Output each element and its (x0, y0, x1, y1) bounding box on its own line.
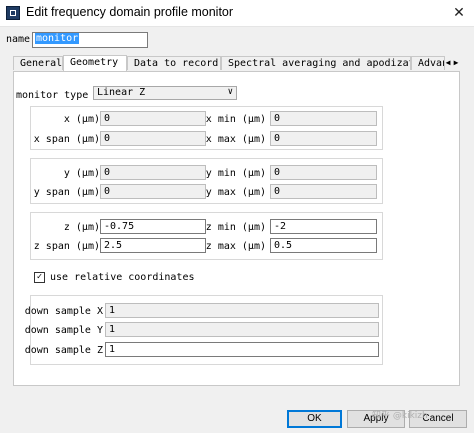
monitor-type-select[interactable]: Linear Z ∨ (93, 86, 237, 100)
tab-scroll: ◀ ▶ (444, 56, 460, 70)
z-span-field[interactable]: 2.5 (100, 238, 206, 253)
x-max-label: x max (μm) (205, 134, 266, 145)
y-span-label: y span (μm) (33, 187, 100, 198)
x-max-field[interactable]: 0 (270, 131, 377, 146)
z-max-label: z max (μm) (205, 241, 266, 252)
x-min-field[interactable]: 0 (270, 111, 377, 126)
x-label: x (μm) (63, 114, 100, 125)
chevron-down-icon: ∨ (227, 87, 233, 97)
z-field[interactable]: -0.75 (100, 219, 206, 234)
title-bar: Edit frequency domain profile monitor ✕ (0, 0, 474, 27)
tab-bar: General Geometry Data to record Spectral… (13, 55, 460, 71)
tab-geometry[interactable]: Geometry (63, 55, 127, 71)
y-label: y (μm) (63, 168, 100, 179)
tab-data-to-record[interactable]: Data to record (127, 56, 221, 70)
y-min-label: y min (μm) (205, 168, 266, 179)
watermark: 知乎 @kikizh (372, 411, 428, 421)
relative-coordinates-checkbox[interactable]: ✓ (34, 272, 45, 283)
y-max-label: y max (μm) (205, 187, 266, 198)
x-span-field[interactable]: 0 (100, 131, 206, 146)
z-label: z (μm) (63, 222, 100, 233)
downsample-x-label: down sample X (24, 306, 103, 317)
ok-button[interactable]: OK (287, 410, 342, 428)
monitor-type-value: Linear Z (97, 87, 146, 98)
window-title: Edit frequency domain profile monitor (26, 5, 234, 19)
name-value: monitor (35, 33, 80, 44)
downsample-x-field[interactable]: 1 (105, 303, 379, 318)
app-icon (6, 6, 20, 20)
tab-scroll-left-icon[interactable]: ◀ (444, 56, 452, 70)
x-span-label: x span (μm) (33, 134, 100, 145)
z-min-label: z min (μm) (205, 222, 266, 233)
x-min-label: x min (μm) (205, 114, 266, 125)
y-max-field[interactable]: 0 (270, 184, 377, 199)
y-field[interactable]: 0 (100, 165, 206, 180)
tab-advanced[interactable]: Advanced (411, 56, 445, 70)
downsample-y-field[interactable]: 1 (105, 322, 379, 337)
x-field[interactable]: 0 (100, 111, 206, 126)
close-icon[interactable]: ✕ (444, 0, 474, 26)
monitor-type-label: monitor type (16, 90, 89, 101)
z-min-field[interactable]: -2 (270, 219, 377, 234)
y-span-field[interactable]: 0 (100, 184, 206, 199)
tab-spectral-averaging[interactable]: Spectral averaging and apodization (221, 56, 411, 70)
name-input[interactable]: monitor (32, 32, 148, 48)
downsample-y-label: down sample Y (24, 325, 103, 336)
name-label: name (6, 34, 31, 45)
z-span-label: z span (μm) (33, 241, 100, 252)
tab-general[interactable]: General (13, 56, 63, 70)
downsample-z-label: down sample Z (24, 345, 103, 356)
z-max-field[interactable]: 0.5 (270, 238, 377, 253)
y-min-field[interactable]: 0 (270, 165, 377, 180)
downsample-z-field[interactable]: 1 (105, 342, 379, 357)
relative-coordinates-label: use relative coordinates (50, 272, 195, 283)
tab-scroll-right-icon[interactable]: ▶ (452, 56, 460, 70)
